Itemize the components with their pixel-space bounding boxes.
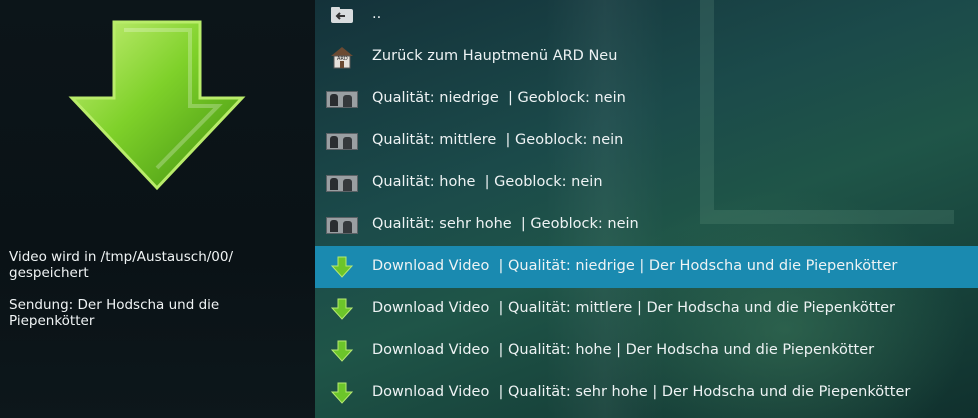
list-item-quality-medium[interactable]: Qualität: mittlere | Geoblock: nein bbox=[315, 120, 978, 162]
list-item-back-to-main[interactable]: ARD Zurück zum Hauptmenü ARD Neu bbox=[315, 36, 978, 78]
list-item-parent-folder[interactable]: .. bbox=[315, 0, 978, 36]
list-item-quality-low[interactable]: Qualität: niedrige | Geoblock: nein bbox=[315, 78, 978, 120]
list-item-label: .. bbox=[372, 6, 382, 22]
list-item-label: Qualität: sehr hohe | Geoblock: nein bbox=[372, 216, 639, 232]
list-items: .. ARD Zurück zum Hauptmenü ARD Neu Qual… bbox=[315, 0, 978, 414]
save-path-text: Video wird in /tmp/Austausch/00/ gespeic… bbox=[9, 249, 234, 281]
list-item-download-medium[interactable]: Download Video | Qualität: mittlere | De… bbox=[315, 288, 978, 330]
download-arrow-icon bbox=[326, 255, 358, 279]
download-arrow-icon bbox=[326, 339, 358, 363]
list-item-label: Qualität: niedrige | Geoblock: nein bbox=[372, 90, 626, 106]
download-arrow-icon bbox=[326, 297, 358, 321]
list-item-label: Qualität: hohe | Geoblock: nein bbox=[372, 174, 603, 190]
svg-text:ARD: ARD bbox=[337, 56, 348, 62]
download-arrow-icon bbox=[68, 20, 246, 191]
list-item-label: Qualität: mittlere | Geoblock: nein bbox=[372, 132, 624, 148]
list-item-download-low[interactable]: Download Video | Qualität: niedrige | De… bbox=[315, 246, 978, 288]
folder-back-icon bbox=[326, 3, 358, 27]
video-thumbnail-icon bbox=[326, 129, 358, 153]
list-item-label: Zurück zum Hauptmenü ARD Neu bbox=[372, 48, 618, 64]
list-item-quality-very-high[interactable]: Qualität: sehr hohe | Geoblock: nein bbox=[315, 204, 978, 246]
list-item-label: Download Video | Qualität: niedrige | De… bbox=[372, 258, 898, 274]
list-item-label: Download Video | Qualität: mittlere | De… bbox=[372, 300, 895, 316]
file-list: .. ARD Zurück zum Hauptmenü ARD Neu Qual… bbox=[315, 0, 978, 418]
ard-home-icon: ARD bbox=[326, 45, 358, 69]
video-thumbnail-icon bbox=[326, 87, 358, 111]
list-item-quality-high[interactable]: Qualität: hohe | Geoblock: nein bbox=[315, 162, 978, 204]
list-item-label: Download Video | Qualität: hohe | Der Ho… bbox=[372, 342, 875, 358]
info-panel: Video wird in /tmp/Austausch/00/ gespeic… bbox=[0, 0, 315, 418]
download-arrow-icon bbox=[326, 381, 358, 405]
program-name-text: Sendung: Der Hodscha und die Piepenkötte… bbox=[9, 297, 220, 329]
list-item-label: Download Video | Qualität: sehr hohe | D… bbox=[372, 384, 911, 400]
video-thumbnail-icon bbox=[326, 213, 358, 237]
list-item-download-very-high[interactable]: Download Video | Qualität: sehr hohe | D… bbox=[315, 372, 978, 414]
list-item-download-high[interactable]: Download Video | Qualität: hohe | Der Ho… bbox=[315, 330, 978, 372]
video-thumbnail-icon bbox=[326, 171, 358, 195]
